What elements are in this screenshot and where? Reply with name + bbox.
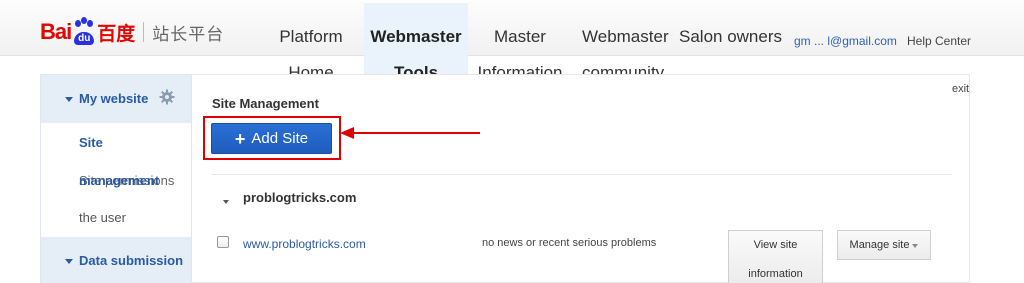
nav-label-line1: Platform bbox=[279, 27, 343, 46]
nav-active-strip bbox=[364, 0, 468, 3]
site-checkbox[interactable] bbox=[217, 236, 229, 248]
divider bbox=[212, 174, 952, 175]
gear-icon[interactable] bbox=[159, 89, 175, 105]
chevron-down-icon bbox=[912, 243, 919, 248]
sidebar-section-my-website[interactable]: My website bbox=[41, 75, 191, 123]
sidebar-section-label: My website bbox=[79, 91, 149, 106]
caret-down-icon bbox=[65, 97, 73, 102]
manage-site-button[interactable]: Manage site bbox=[837, 230, 931, 260]
baidu-webmaster-logo[interactable]: Bai du 百度 站长平台 bbox=[40, 12, 224, 52]
user-account-link[interactable]: gm ... l@gmail.com bbox=[794, 34, 897, 48]
manage-site-label: Manage site bbox=[849, 239, 910, 251]
logo-product-name: 站长平台 bbox=[152, 24, 225, 45]
view-site-label-line2: information bbox=[748, 268, 803, 280]
exit-link[interactable]: exit bbox=[952, 83, 969, 95]
caret-down-icon[interactable] bbox=[223, 200, 229, 204]
sidebar-item-the-user[interactable]: the user bbox=[79, 210, 126, 225]
caret-down-icon bbox=[65, 259, 73, 264]
site-management-panel: Site Management exit + Add Site problogt… bbox=[192, 74, 970, 283]
sidebar: My website Site Site permissions managem… bbox=[40, 74, 192, 283]
nav-label-line1: Webmaster bbox=[582, 27, 669, 46]
annotation-arrow-icon bbox=[340, 127, 480, 139]
site-status-text: no news or recent serious problems bbox=[482, 237, 657, 249]
sidebar-item-site[interactable]: Site bbox=[79, 135, 103, 150]
page-title: Site Management bbox=[212, 96, 319, 111]
help-center-link[interactable]: Help Center bbox=[907, 34, 971, 48]
nav-label-line1: Webmaster bbox=[370, 27, 462, 46]
logo-text-chinese: 百度 bbox=[97, 22, 136, 45]
nav-label-line1: Master bbox=[494, 27, 546, 46]
sidebar-item-management-label: management bbox=[79, 173, 160, 188]
logo-separator bbox=[143, 22, 145, 42]
sidebar-section-data-submission[interactable]: Data submission bbox=[41, 237, 191, 283]
sidebar-section-label: Data submission bbox=[79, 253, 184, 268]
nav-salon-owners[interactable]: Salon owners bbox=[679, 0, 783, 56]
logo-text-du: du bbox=[78, 33, 91, 44]
view-site-label-line1: View site bbox=[753, 239, 798, 251]
site-url-link[interactable]: www.problogtricks.com bbox=[243, 237, 366, 251]
plus-icon: + bbox=[234, 128, 246, 149]
add-site-button[interactable]: + Add Site bbox=[211, 123, 332, 154]
logo-text-bai: Bai bbox=[40, 19, 72, 44]
paw-logo-icon: du bbox=[72, 17, 96, 45]
add-site-button-label: Add Site bbox=[251, 130, 309, 147]
nav-label-line1: Salon owners bbox=[679, 27, 783, 46]
view-site-information-button[interactable]: View site information bbox=[728, 230, 823, 283]
site-group-name[interactable]: problogtricks.com bbox=[243, 190, 356, 205]
